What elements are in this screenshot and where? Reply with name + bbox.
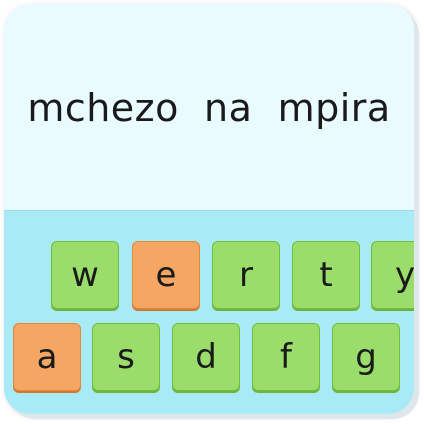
prompt-text: mchezo na mpira (27, 86, 391, 130)
key-e[interactable]: e (132, 241, 200, 309)
keyboard-area: w e r t y a s d f g (4, 211, 414, 414)
key-a[interactable]: a (13, 323, 81, 391)
typing-game-card: mchezo na mpira w e r t y a s d f g (4, 4, 414, 414)
key-y[interactable]: y (371, 241, 414, 309)
key-s[interactable]: s (92, 323, 160, 391)
prompt-area: mchezo na mpira (4, 4, 414, 211)
key-g[interactable]: g (332, 323, 400, 391)
key-f[interactable]: f (252, 323, 320, 391)
key-r[interactable]: r (212, 241, 280, 309)
key-t[interactable]: t (292, 241, 360, 309)
key-d[interactable]: d (172, 323, 240, 391)
key-w[interactable]: w (51, 241, 119, 309)
